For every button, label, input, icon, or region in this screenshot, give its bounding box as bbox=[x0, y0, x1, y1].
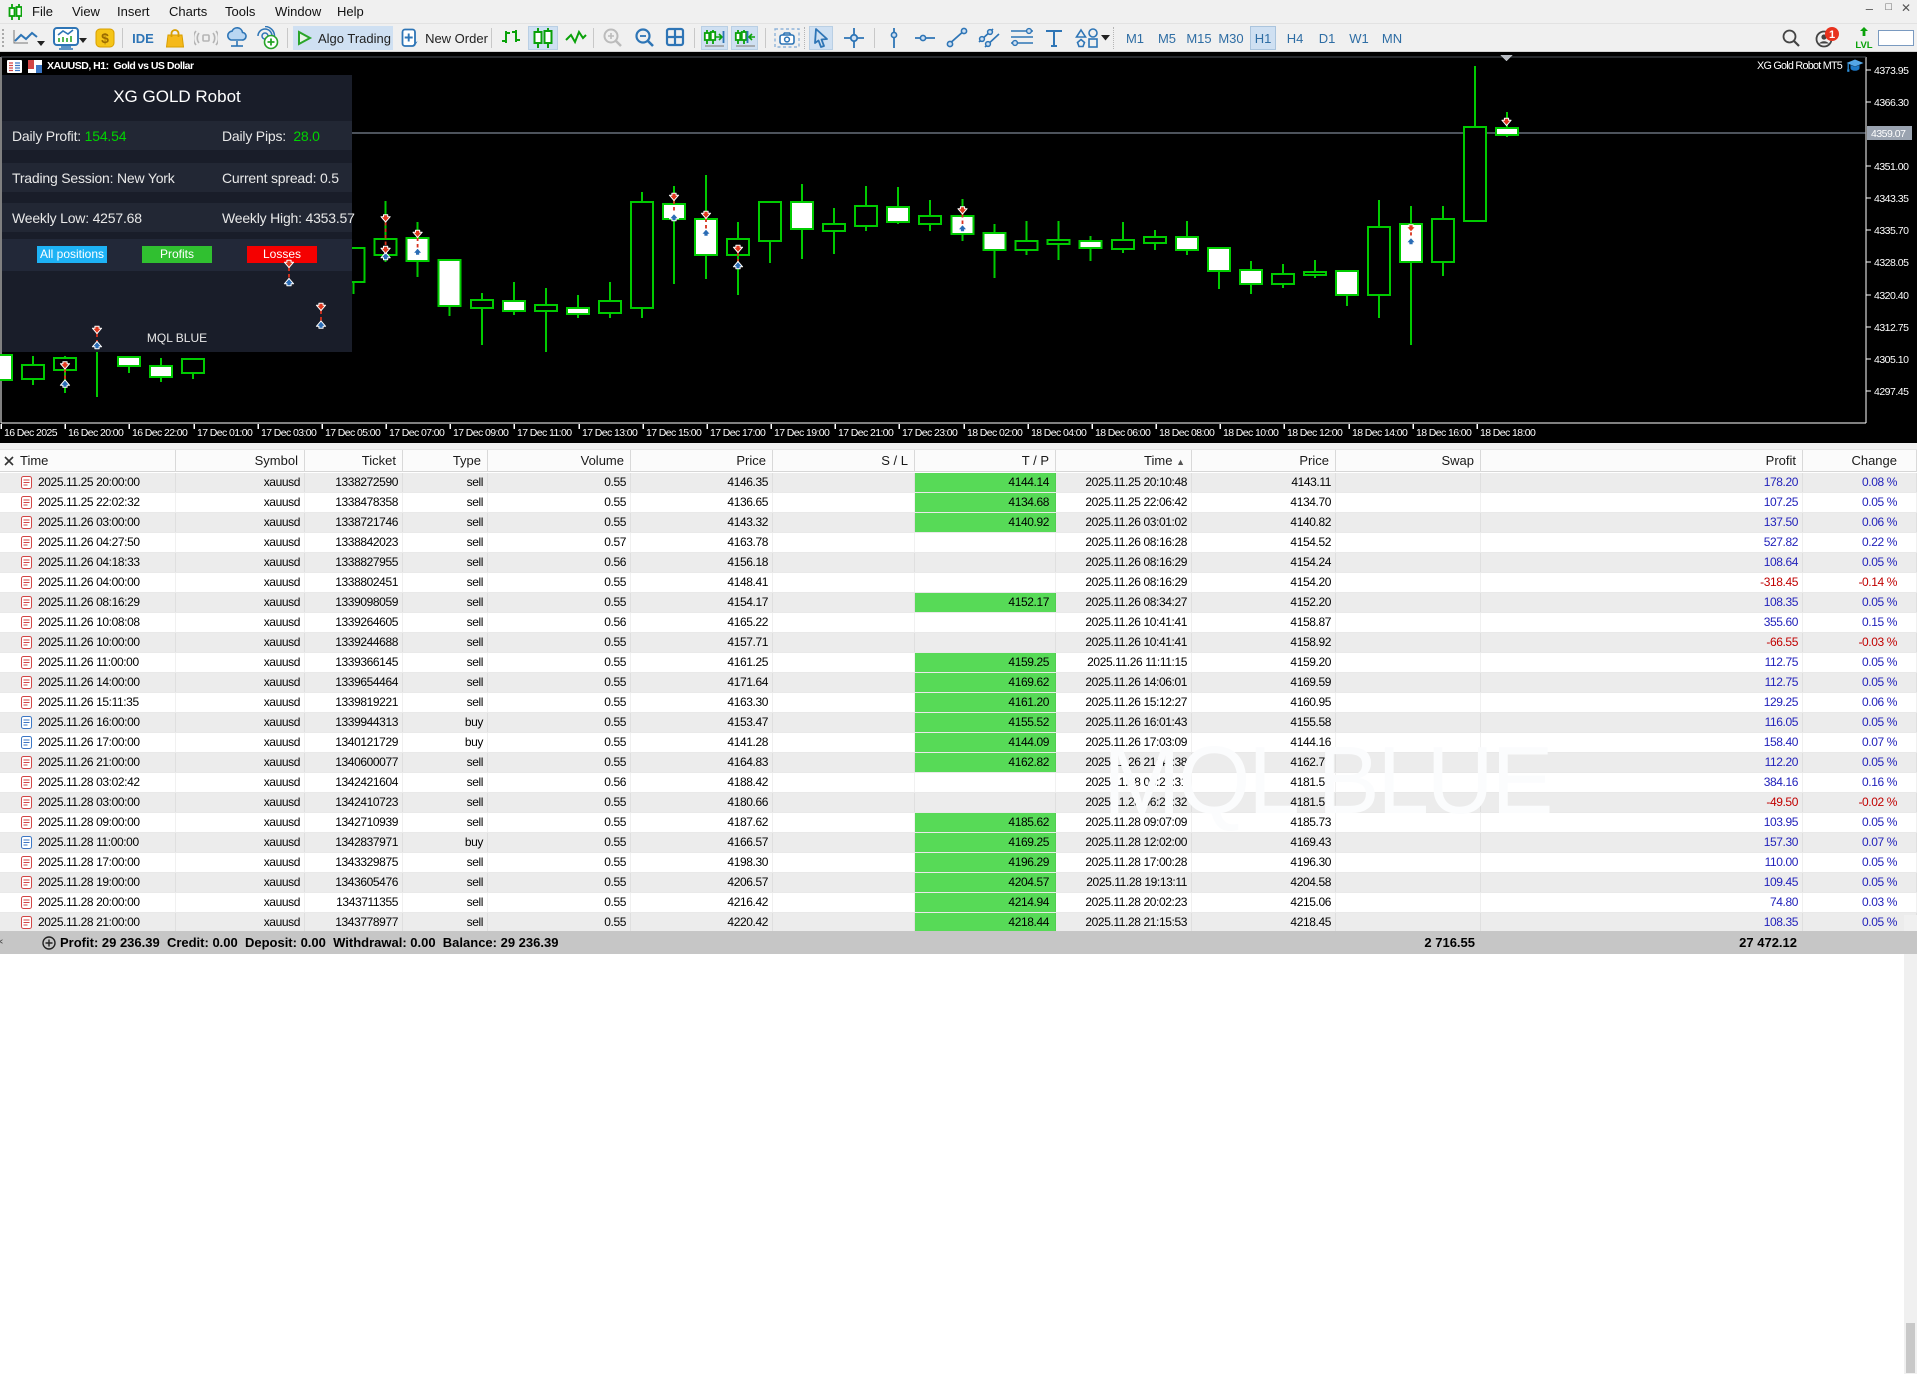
svg-text:4335.70: 4335.70 bbox=[1874, 225, 1909, 237]
svg-text:4343.35: 4343.35 bbox=[1874, 193, 1909, 205]
svg-text:4312.75: 4312.75 bbox=[1874, 322, 1909, 334]
svg-text:16 Dec 20:00: 16 Dec 20:00 bbox=[68, 427, 124, 439]
svg-text:18 Dec 14:00: 18 Dec 14:00 bbox=[1352, 427, 1408, 439]
svg-text:18 Dec 06:00: 18 Dec 06:00 bbox=[1095, 427, 1151, 439]
svg-text:17 Dec 07:00: 17 Dec 07:00 bbox=[389, 427, 445, 439]
svg-text:18 Dec 10:00: 18 Dec 10:00 bbox=[1223, 427, 1279, 439]
svg-text:17 Dec 21:00: 17 Dec 21:00 bbox=[838, 427, 894, 439]
svg-text:17 Dec 03:00: 17 Dec 03:00 bbox=[261, 427, 317, 439]
svg-text:18 Dec 18:00: 18 Dec 18:00 bbox=[1480, 427, 1536, 439]
svg-text:16 Dec 22:00: 16 Dec 22:00 bbox=[132, 427, 188, 439]
svg-text:$: $ bbox=[101, 30, 109, 46]
svg-text:18 Dec 16:00: 18 Dec 16:00 bbox=[1416, 427, 1472, 439]
svg-text:17 Dec 11:00: 17 Dec 11:00 bbox=[517, 427, 572, 439]
svg-text:17 Dec 19:00: 17 Dec 19:00 bbox=[774, 427, 830, 439]
svg-text:17 Dec 13:00: 17 Dec 13:00 bbox=[582, 427, 638, 439]
svg-text:18 Dec 12:00: 18 Dec 12:00 bbox=[1287, 427, 1343, 439]
svg-text:18 Dec 02:00: 18 Dec 02:00 bbox=[967, 427, 1023, 439]
svg-text:17 Dec 05:00: 17 Dec 05:00 bbox=[325, 427, 381, 439]
svg-text:4305.10: 4305.10 bbox=[1874, 354, 1909, 366]
svg-text:17 Dec 17:00: 17 Dec 17:00 bbox=[710, 427, 766, 439]
svg-text:18 Dec 08:00: 18 Dec 08:00 bbox=[1159, 427, 1215, 439]
svg-text:4320.40: 4320.40 bbox=[1874, 290, 1909, 302]
svg-text:17 Dec 01:00: 17 Dec 01:00 bbox=[197, 427, 253, 439]
svg-text:16 Dec 2025: 16 Dec 2025 bbox=[4, 427, 58, 439]
svg-text:4351.00: 4351.00 bbox=[1874, 161, 1909, 173]
svg-text:4359.07: 4359.07 bbox=[1871, 128, 1906, 140]
svg-text:17 Dec 09:00: 17 Dec 09:00 bbox=[453, 427, 509, 439]
svg-text:4328.05: 4328.05 bbox=[1874, 257, 1909, 269]
svg-text:17 Dec 23:00: 17 Dec 23:00 bbox=[902, 427, 958, 439]
svg-text:4366.30: 4366.30 bbox=[1874, 97, 1909, 109]
svg-text:17 Dec 15:00: 17 Dec 15:00 bbox=[646, 427, 702, 439]
svg-text:LVL: LVL bbox=[1855, 40, 1872, 51]
svg-text:4373.95: 4373.95 bbox=[1874, 65, 1909, 77]
svg-text:18 Dec 04:00: 18 Dec 04:00 bbox=[1031, 427, 1087, 439]
svg-text:1: 1 bbox=[1829, 29, 1835, 41]
svg-text:4297.45: 4297.45 bbox=[1874, 386, 1909, 398]
